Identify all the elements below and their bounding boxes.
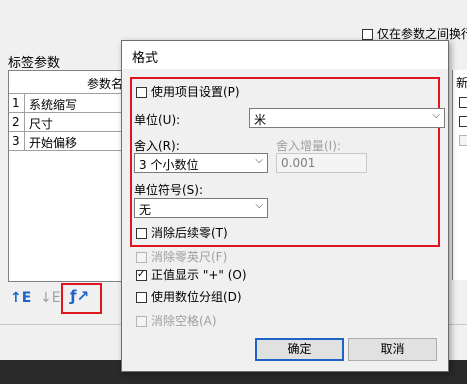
table-row[interactable]: 2 尺寸	[9, 113, 129, 132]
use-project-settings-label: 使用项目设置(P)	[151, 85, 240, 99]
row-number: 3	[12, 134, 20, 148]
table-row[interactable]: 3 开始偏移	[9, 132, 129, 151]
suppress-zero-feet-label: 消除零英尺(F)	[151, 250, 228, 264]
cancel-button[interactable]: 取消	[348, 338, 437, 361]
dialog-titlebar: 格式	[122, 41, 448, 69]
row-number: 2	[12, 115, 20, 129]
label-params-title: 标签参数	[8, 56, 61, 71]
row-number: 1	[12, 96, 20, 110]
show-plus-sign-label: 正值显示 "+" (O)	[151, 268, 247, 282]
use-project-settings-checkbox[interactable]	[136, 87, 147, 98]
format-dialog: 格式 使用项目设置(P) 单位(U): 米 ⌵ 舍入(R): 舍入增量(I): …	[121, 40, 449, 372]
chevron-down-icon: ⌵	[432, 110, 440, 121]
row-name: 开始偏移	[29, 136, 78, 150]
unit-symbol-select[interactable]: 无 ⌵	[134, 198, 268, 218]
digit-grouping-checkbox[interactable]	[136, 292, 147, 303]
chevron-down-icon: ⌵	[255, 200, 263, 211]
suppress-zero-feet-checkbox[interactable]	[136, 252, 147, 263]
rounding-label: 舍入(R):	[134, 139, 180, 153]
row-checkbox[interactable]	[459, 116, 467, 127]
edit-format-icon[interactable]: ƒ↗	[70, 287, 89, 305]
column-header-params: 参数名	[87, 77, 124, 91]
only-between-checkbox[interactable]	[362, 29, 373, 40]
right-header-partial: 新	[456, 76, 467, 90]
move-up-icon[interactable]: ↑E	[10, 290, 31, 306]
ok-button[interactable]: 确定	[255, 338, 344, 361]
suppress-spaces-checkbox[interactable]	[136, 316, 147, 327]
row-checkbox[interactable]	[459, 97, 467, 108]
suppress-trailing-zeros-label: 消除后续零(T)	[151, 226, 228, 240]
chevron-down-icon: ⌵	[255, 155, 263, 166]
rounding-select[interactable]: 3 个小数位 ⌵	[134, 153, 268, 173]
row-name: 尺寸	[29, 117, 54, 131]
table-header-row: 参数名	[9, 71, 129, 94]
rounding-increment-input[interactable]: 0.001	[276, 153, 367, 173]
params-table: 参数名 1 系统缩写 2 尺寸 3 开始偏移	[8, 70, 130, 282]
row-checkbox[interactable]	[459, 135, 467, 146]
unit-label: 单位(U):	[134, 113, 181, 127]
move-down-icon[interactable]: ↓E	[40, 290, 61, 306]
row-name: 系统缩写	[29, 98, 78, 112]
dialog-title: 格式	[132, 51, 159, 66]
unit-select[interactable]: 米 ⌵	[249, 108, 445, 128]
show-plus-sign-checkbox[interactable]	[136, 268, 147, 282]
suppress-spaces-label: 消除空格(A)	[151, 314, 217, 328]
digit-grouping-label: 使用数位分组(D)	[151, 290, 242, 304]
right-table: 新	[452, 70, 467, 280]
rounding-increment-label: 舍入增量(I):	[276, 139, 341, 153]
table-row[interactable]: 1 系统缩写	[9, 94, 129, 113]
unit-symbol-label: 单位符号(S):	[134, 183, 204, 197]
suppress-trailing-zeros-checkbox[interactable]	[136, 228, 147, 239]
